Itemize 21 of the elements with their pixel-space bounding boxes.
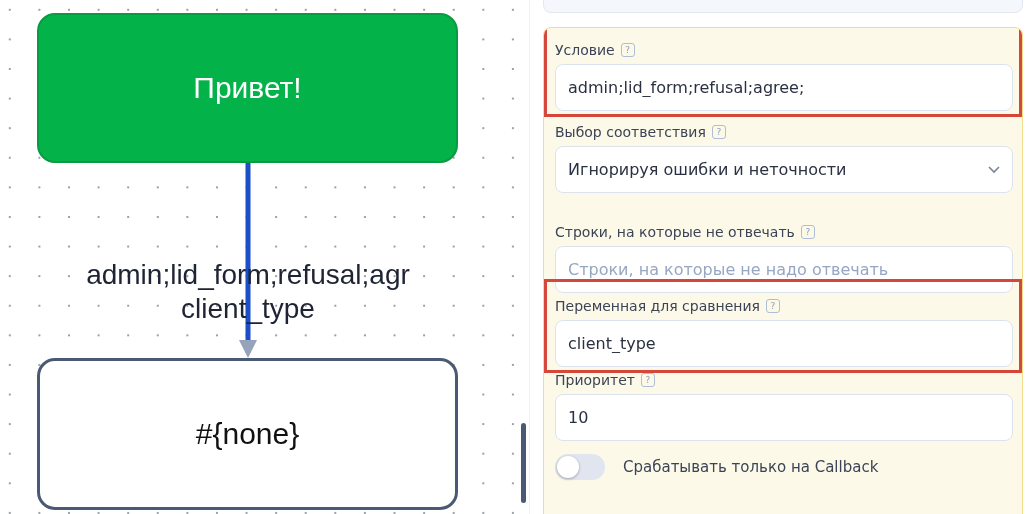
field-label: Выбор соответствия [555,124,706,140]
toggle-switch[interactable] [555,454,605,480]
help-icon[interactable]: ? [765,299,780,313]
field-label: Срабатывать только на Callback [623,458,879,476]
message-node[interactable]: #{none} [37,358,458,510]
input-field[interactable]: client_type [555,320,1013,367]
start-node[interactable]: Привет! [37,13,458,163]
input-field[interactable]: Строки, на которые не надо отвечать [555,246,1013,293]
field-label: Приоритет [555,372,635,388]
field-label: Строки, на которые не отвечать [555,224,795,240]
help-icon[interactable]: ? [620,43,635,57]
help-icon[interactable]: ? [641,373,655,387]
field-label: Условие [555,42,615,58]
help-icon[interactable]: ? [711,125,726,139]
input-field[interactable]: 10 [555,394,1013,441]
help-icon[interactable]: ? [800,225,815,239]
dropdown[interactable]: Игнорируя ошибки и неточности [555,146,1013,193]
input-field[interactable]: admin;lid_form;refusal;agree; [555,64,1013,111]
chevron-down-icon [988,165,1000,174]
field-label: Переменная для сравнения [555,298,760,314]
scrollbar[interactable] [521,423,526,503]
